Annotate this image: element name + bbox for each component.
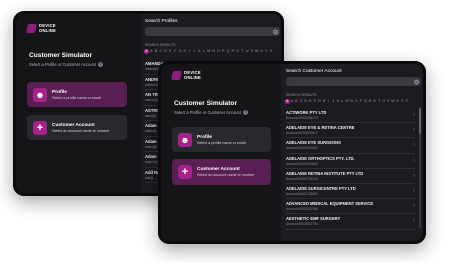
- simulator-panel: DEVICE ONLINE Customer Simulator Select a…: [13, 11, 137, 196]
- results-scrollbar[interactable]: [419, 108, 421, 228]
- profile-option[interactable]: ☻ Profile Select a profile name or email: [172, 127, 271, 152]
- result-account: Account #0001547784: [286, 222, 318, 227]
- result-account: Account #0001748509: [286, 191, 318, 196]
- search-input[interactable]: ×: [145, 27, 280, 36]
- result-name: AESTHETIC EMF SURGERY: [286, 216, 341, 222]
- result-row[interactable]: ACTIWORK PTY LTD Account #0001254703 ›: [286, 108, 415, 124]
- result-row[interactable]: ADELAIDE ORTHOPTICS PTY. LTD. Account #00…: [286, 154, 415, 169]
- results-label: SEARCH RESULTS: [286, 93, 317, 97]
- logo-mark-icon: [171, 71, 182, 80]
- result-row[interactable]: ADELAIDE RETINA INSTITUTE PTY LTD Account…: [286, 169, 415, 184]
- result-account: Account #0001254703: [286, 116, 318, 120]
- result-name: ADELAIDE EYE SURGEONS: [286, 140, 341, 146]
- user-icon: ☻: [178, 132, 192, 147]
- device-online-logo: DEVICE ONLINE: [171, 70, 201, 80]
- page-subtitle: Select a Profile or Customer Account ?: [174, 110, 248, 115]
- page-title: Customer Simulator: [174, 100, 238, 107]
- front-tablet: DEVICE ONLINE Customer Simulator Select a…: [158, 61, 426, 244]
- result-row[interactable]: ADELAIDE EYE SURGEONS Account #0001034637…: [286, 138, 415, 154]
- alphabet-letter[interactable]: Z: [269, 49, 274, 54]
- result-account: Account #0001063845: [286, 161, 318, 166]
- search-panel: Search Customer Account × SEARCH RESULTS…: [281, 61, 426, 244]
- search-input[interactable]: ×: [286, 77, 421, 86]
- user-icon: ☻: [33, 87, 47, 102]
- chevron-right-icon: ›: [413, 127, 415, 134]
- device-online-logo: DEVICE ONLINE: [26, 23, 56, 33]
- customer-account-option[interactable]: + Customer Account Select an account name…: [172, 159, 271, 185]
- result-name: ADELAIDE RETINA INSTITUTE PTY LTD: [286, 170, 364, 176]
- result-account: Account #0001034637: [286, 146, 318, 151]
- plus-icon: +: [33, 120, 47, 135]
- chevron-right-icon: ›: [413, 218, 415, 225]
- alphabet-filter: # A B C D E F G H I J K L M N O P Q R S T U V W X Y Z: [285, 99, 409, 104]
- results-list: ACTIWORK PTY LTD Account #0001254703 › ADEL…: [286, 108, 415, 230]
- result-row[interactable]: AESTHETIC EMF SURGERY Account #0001547784…: [286, 214, 415, 230]
- search-title: Search Customer Account: [286, 69, 342, 74]
- page-subtitle: Select a Profile or Customer Account ?: [29, 62, 103, 67]
- search-title: Search Profiles: [145, 19, 178, 24]
- result-name: ADELAIDE SURGICENTRE PTY LTD: [286, 185, 356, 191]
- chevron-right-icon: ›: [413, 157, 415, 164]
- profile-option[interactable]: ☻ Profile Select a profile name or email: [27, 82, 127, 107]
- result-row[interactable]: ADELAIDE SURGICENTRE PTY LTD Account #000…: [286, 184, 415, 200]
- result-name: ADELAIDE ORTHOPTICS PTY. LTD.: [286, 155, 355, 161]
- logo-mark-icon: [26, 24, 37, 33]
- chevron-right-icon: ›: [413, 188, 415, 195]
- result-name: ADVANCED MEDICAL EQUIPMENT SERVICE: [286, 201, 374, 207]
- chevron-right-icon: ›: [413, 112, 415, 119]
- clear-search-icon[interactable]: ×: [414, 79, 419, 84]
- result-row[interactable]: ADVANCED MEDICAL EQUIPMENT SERVICE Accoun…: [286, 199, 415, 215]
- result-name: ACTIWORK PTY LTD: [286, 110, 327, 115]
- chevron-right-icon: ›: [413, 203, 415, 210]
- scrollbar-thumb[interactable]: [419, 108, 421, 134]
- clear-search-icon[interactable]: ×: [273, 29, 278, 34]
- result-name: ADELAIDE EYE & RETINA CENTRE: [286, 125, 355, 131]
- result-row[interactable]: ADELAIDE EYE & RETINA CENTRE Account #000…: [286, 123, 415, 139]
- result-account: Account #0001327556: [286, 207, 318, 212]
- page-title: Customer Simulator: [29, 52, 93, 59]
- chevron-right-icon: ›: [413, 142, 415, 149]
- alphabet-letter[interactable]: Z: [404, 99, 409, 104]
- results-label: SEARCH RESULTS: [145, 43, 176, 47]
- help-icon[interactable]: ?: [242, 110, 248, 115]
- alphabet-filter: # A B C D E F G H I J K L M N O P Q R S T U V W X Y Z: [144, 49, 274, 54]
- chevron-right-icon: ›: [413, 172, 415, 179]
- simulator-panel: DEVICE ONLINE Customer Simulator Select a…: [158, 61, 278, 244]
- help-icon[interactable]: ?: [97, 62, 103, 67]
- customer-account-option[interactable]: + Customer Account Select an account name…: [27, 115, 127, 140]
- plus-icon: +: [178, 165, 192, 179]
- result-account: Account #0001706225: [286, 176, 318, 181]
- result-account: Account #0001530417: [286, 131, 318, 136]
